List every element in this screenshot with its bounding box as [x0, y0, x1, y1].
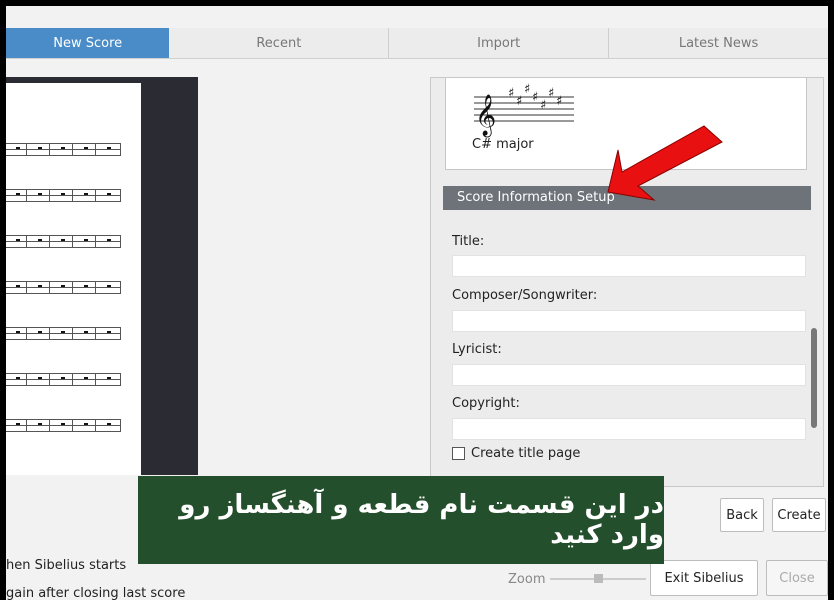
svg-text:𝄞: 𝄞 — [475, 94, 496, 137]
zoom-slider-thumb[interactable] — [594, 574, 603, 583]
title-input[interactable] — [452, 255, 806, 277]
back-button[interactable]: Back — [720, 498, 764, 532]
tab-bar: New Score Recent Import Latest News — [6, 28, 828, 59]
score-preview-page — [6, 83, 141, 475]
instruction-banner-text: در این قسمت نام قطعه و آهنگساز رو وارد ک… — [179, 490, 664, 550]
create-button[interactable]: Create — [772, 498, 826, 532]
staff-system — [6, 419, 121, 432]
staff-system — [6, 373, 121, 386]
staff-system — [6, 281, 121, 294]
exit-sibelius-button[interactable]: Exit Sibelius — [650, 560, 758, 596]
composer-label: Composer/Songwriter: — [452, 288, 598, 303]
create-title-page-checkbox[interactable] — [452, 447, 465, 460]
tab-import[interactable]: Import — [389, 28, 610, 58]
staff-system — [6, 327, 121, 340]
startup-option-text: hen Sibelius starts — [6, 558, 127, 573]
svg-text:♯: ♯ — [532, 90, 538, 105]
create-title-page-label: Create title page — [471, 446, 581, 461]
svg-text:♯: ♯ — [540, 98, 546, 113]
panel-scrollbar[interactable] — [811, 328, 817, 428]
score-preview — [6, 77, 198, 475]
lyricist-label: Lyricist: — [452, 342, 502, 357]
pointer-arrow-icon — [607, 125, 723, 201]
svg-text:♯: ♯ — [524, 83, 530, 97]
tab-new-score[interactable]: New Score — [6, 28, 170, 58]
copyright-label: Copyright: — [452, 396, 520, 411]
instruction-banner: در این قسمت نام قطعه و آهنگساز رو وارد ک… — [138, 476, 664, 564]
close-button[interactable]: Close — [766, 560, 828, 596]
staff-system — [6, 143, 121, 156]
copyright-input[interactable] — [452, 418, 806, 440]
staff-system — [6, 235, 121, 248]
after-close-option-text: gain after closing last score — [6, 586, 186, 600]
svg-text:♯: ♯ — [508, 86, 514, 101]
tab-latest-news[interactable]: Latest News — [609, 28, 828, 58]
composer-input[interactable] — [452, 310, 806, 332]
staff-system — [6, 189, 121, 202]
key-signature-label: C# major — [472, 137, 534, 152]
title-label: Title: — [452, 234, 485, 249]
create-title-page-option[interactable]: Create title page — [452, 446, 580, 461]
svg-text:♯: ♯ — [516, 94, 522, 109]
key-signature-icon: 𝄞 ♯ ♯ ♯ ♯ ♯ ♯ ♯ — [474, 83, 574, 137]
svg-text:♯: ♯ — [556, 94, 562, 109]
svg-text:♯: ♯ — [548, 86, 554, 101]
lyricist-input[interactable] — [452, 364, 806, 386]
zoom-label: Zoom — [508, 572, 546, 587]
tab-recent[interactable]: Recent — [169, 28, 390, 58]
